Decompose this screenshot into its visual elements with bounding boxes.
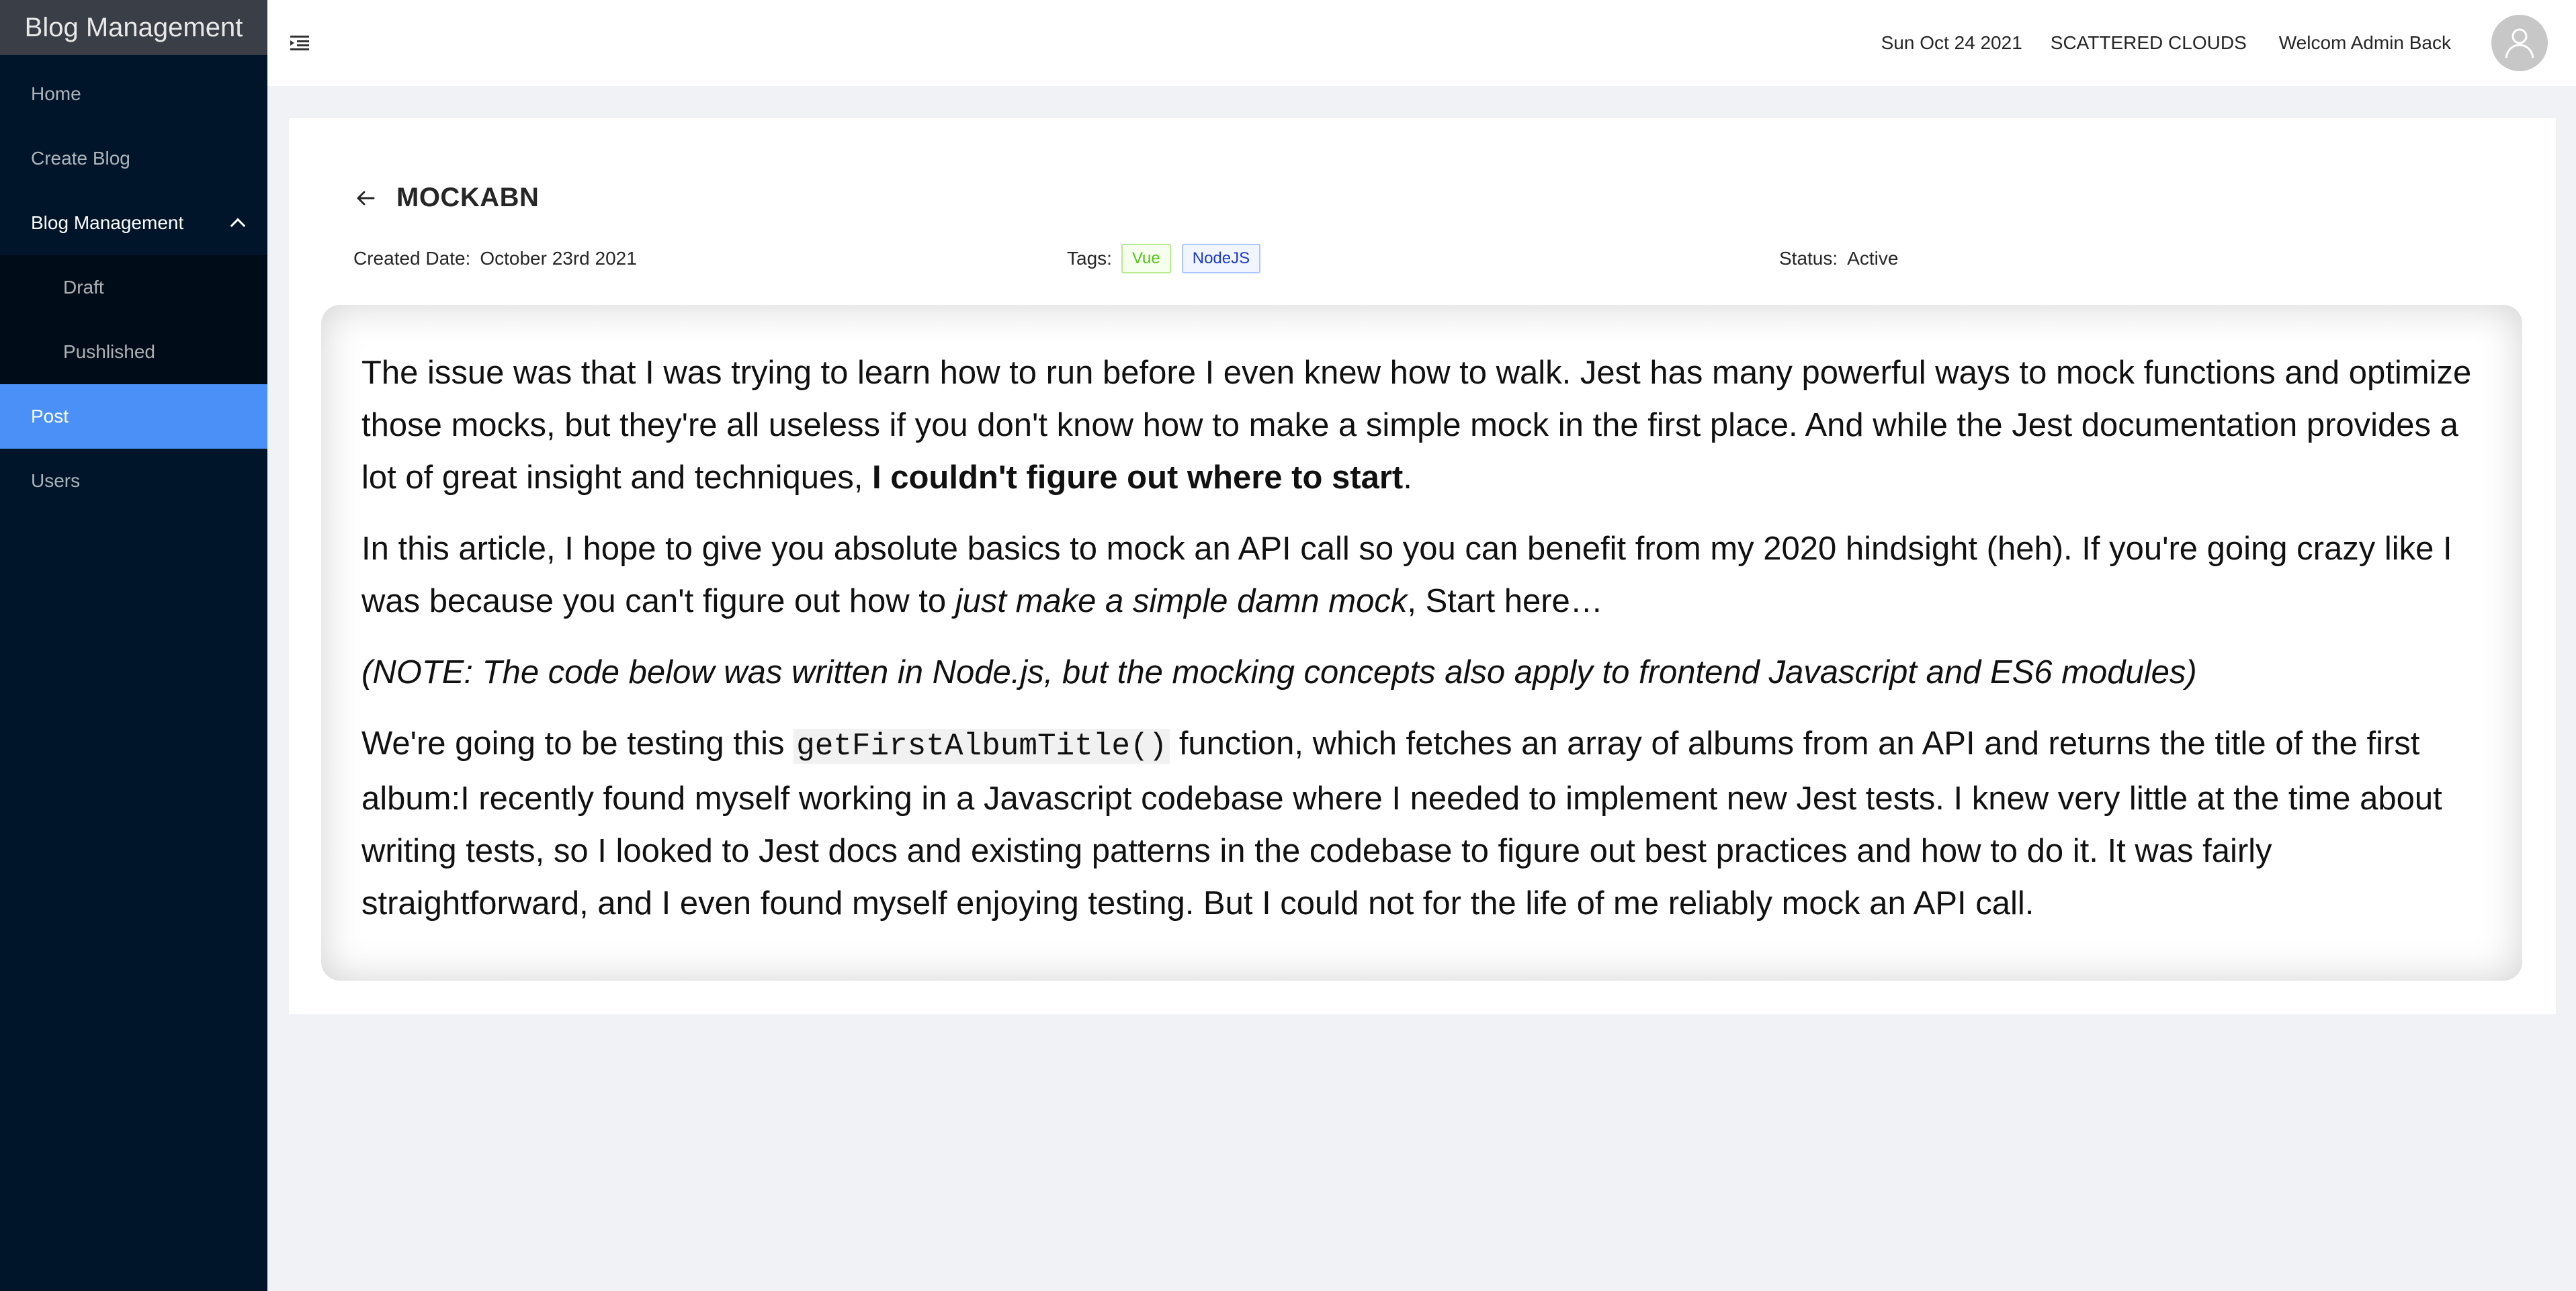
sidebar-item-label: Create Blog xyxy=(31,148,130,169)
article-body: The issue was that I was trying to learn… xyxy=(321,305,2522,981)
arrow-left-icon[interactable] xyxy=(353,186,378,210)
content-card: MOCKABN Created Date: October 23rd 2021 … xyxy=(289,118,2556,1014)
tag-vue: Vue xyxy=(1121,244,1171,273)
status-label: Status: xyxy=(1779,248,1838,269)
sidebar-item-create-blog[interactable]: Create Blog xyxy=(0,126,267,191)
sidebar: Blog Management Home Create Blog Blog Ma… xyxy=(0,0,267,1291)
created-date-value: October 23rd 2021 xyxy=(480,248,637,269)
page-title: MOCKABN xyxy=(396,183,540,212)
inline-code: getFirstAlbumTitle() xyxy=(793,729,1170,764)
sidebar-item-home[interactable]: Home xyxy=(0,62,267,126)
blog-management-submenu: Draft Pushlished xyxy=(0,255,267,384)
sidebar-menu: Home Create Blog Blog Management Draft P… xyxy=(0,62,267,513)
status-value: Active xyxy=(1847,248,1899,269)
header-right: Sun Oct 24 2021 SCATTERED CLOUDS Welcom … xyxy=(1881,0,2548,86)
sidebar-item-label: Draft xyxy=(63,277,104,298)
user-avatar-icon xyxy=(2505,28,2534,58)
article-italic-text: just make a simple damn mock xyxy=(955,583,1408,619)
sidebar-item-users[interactable]: Users xyxy=(0,449,267,513)
page-header: MOCKABN xyxy=(353,183,539,213)
header-welcome: Welcom Admin Back xyxy=(2278,32,2451,53)
sidebar-item-blog-management[interactable]: Blog Management xyxy=(0,191,267,255)
article-bold-text: I couldn't figure out where to start xyxy=(872,459,1404,496)
header-weather: SCATTERED CLOUDS xyxy=(2050,32,2247,53)
tags-label: Tags: xyxy=(1067,248,1112,269)
menu-fold-icon[interactable] xyxy=(290,35,309,51)
sidebar-item-label: Blog Management xyxy=(31,212,184,233)
status: Status: Active xyxy=(1779,243,1898,274)
sidebar-item-label: Users xyxy=(31,470,81,491)
article-paragraph-1: The issue was that I was trying to learn… xyxy=(361,355,2472,496)
tags: Tags: Vue NodeJS xyxy=(1067,243,1271,274)
tag-nodejs: NodeJS xyxy=(1181,244,1261,273)
article-note: (NOTE: The code below was written in Nod… xyxy=(361,654,2197,691)
app-logo: Blog Management xyxy=(0,0,267,55)
top-header: Sun Oct 24 2021 SCATTERED CLOUDS Welcom … xyxy=(267,0,2576,86)
chevron-up-icon xyxy=(230,218,246,234)
sidebar-item-draft[interactable]: Draft xyxy=(0,255,267,320)
sidebar-item-label: Pushlished xyxy=(63,341,155,362)
article-paragraph-4: We're going to be testing this getFirstA… xyxy=(361,725,2442,922)
article-paragraph-3: (NOTE: The code below was written in Nod… xyxy=(361,646,2482,699)
sidebar-item-label: Post xyxy=(31,406,69,427)
avatar[interactable] xyxy=(2491,15,2548,71)
sidebar-item-published[interactable]: Pushlished xyxy=(0,320,267,384)
created-date: Created Date: October 23rd 2021 xyxy=(353,243,637,274)
header-date: Sun Oct 24 2021 xyxy=(1881,32,2022,53)
sidebar-item-post[interactable]: Post xyxy=(0,384,267,449)
created-date-label: Created Date: xyxy=(353,248,471,269)
sidebar-item-label: Home xyxy=(31,83,81,104)
article-paragraph-2: In this article, I hope to give you abso… xyxy=(361,531,2452,619)
